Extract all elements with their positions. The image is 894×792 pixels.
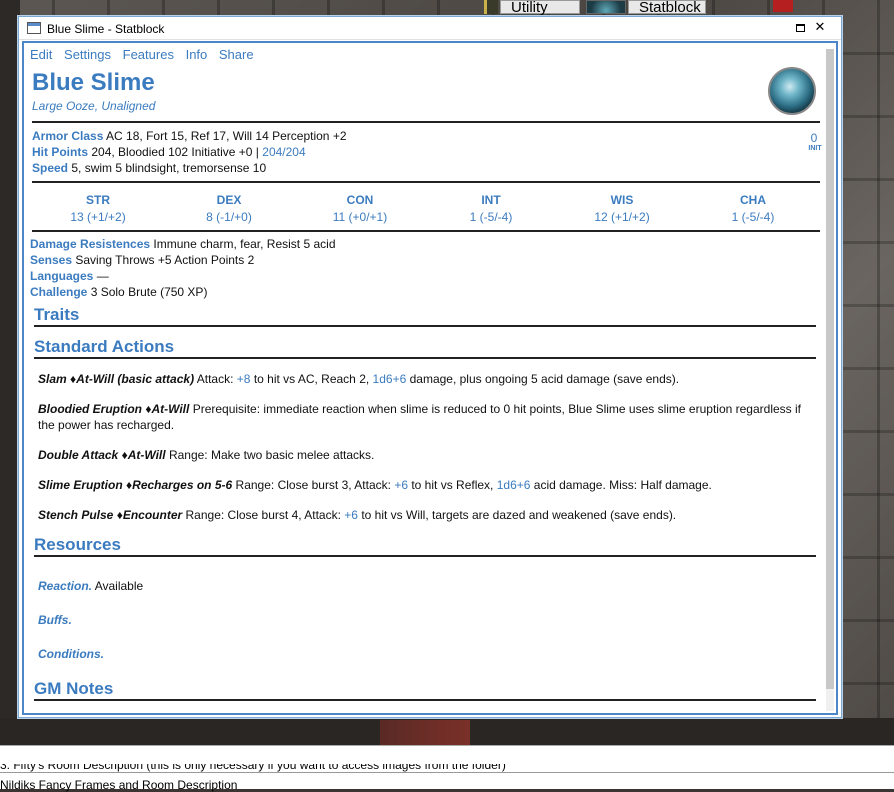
close-icon[interactable]: ✕ [813,20,827,34]
menu-bar: Edit Settings Features Info Share [30,47,262,62]
divider [32,121,820,123]
speed-value: 5, swim 5 blindsight, tremorsense 10 [71,161,267,175]
menu-edit[interactable]: Edit [30,47,52,62]
speed-line: Speed 5, swim 5 blindsight, tremorsense … [32,161,266,175]
resource-reaction[interactable]: Reaction. Available [38,579,143,593]
section-gm-notes: GM Notes [34,679,816,701]
divider [32,230,820,232]
armor-class-line: Armor Class AC 18, Fort 15, Ref 17, Will… [32,129,347,143]
initiative-value[interactable]: 0 [804,131,824,145]
ability-dex[interactable]: DEX 8 (-1/+0) [179,193,279,224]
resource-conditions[interactable]: Conditions. [38,647,104,661]
title-bar[interactable]: Blue Slime - Statblock ✕ [19,17,841,40]
divider [32,181,820,183]
bottom-line: Nildiks Fancy Frames and Room Descriptio… [0,778,238,792]
hit-points-label: Hit Points [32,145,88,159]
vertical-scrollbar[interactable] [826,49,834,711]
challenge-line: Challenge 3 Solo Brute (750 XP) [30,285,208,299]
armor-class-value: AC 18, Fort 15, Ref 17, Will 14 Percepti… [106,129,347,143]
map-carpet [380,720,470,745]
hit-points-value: 204, Bloodied 102 Initiative +0 | [91,145,259,159]
ability-wis[interactable]: WIS 12 (+1/+2) [572,193,672,224]
token-thumbnail[interactable] [586,0,626,14]
power-slam[interactable]: Slam ♦At-Will (basic attack) Attack: +8 … [38,371,808,387]
armor-class-label: Armor Class [32,129,104,143]
section-standard-actions: Standard Actions [34,337,816,359]
window-title: Blue Slime - Statblock [47,22,165,36]
ability-con[interactable]: CON 11 (+0/+1) [310,193,410,224]
senses-line: Senses Saving Throws +5 Action Points 2 [30,253,255,267]
statblock-content: Edit Settings Features Info Share Blue S… [22,41,838,715]
menu-info[interactable]: Info [186,47,208,62]
speed-label: Speed [32,161,69,175]
menu-features[interactable]: Features [123,47,174,62]
ability-str[interactable]: STR 13 (+1/+2) [48,193,148,224]
bottom-panel: 3. Fifty's Room Description (this is onl… [0,745,894,792]
divider [0,772,894,773]
power-bloodied-eruption[interactable]: Bloodied Eruption ♦At-Will Prerequisite:… [38,401,808,433]
section-resources: Resources [34,535,816,557]
creature-name: Blue Slime [32,69,155,96]
creature-avatar[interactable] [768,67,816,115]
red-indicator [773,0,793,12]
ability-cha[interactable]: CHA 1 (-5/-4) [703,193,803,224]
resource-buffs[interactable]: Buffs. [38,613,72,627]
power-double-attack[interactable]: Double Attack ♦At-Will Range: Make two b… [38,447,808,463]
tab-utility[interactable]: Utility [500,0,580,15]
hit-points-current[interactable]: 204/204 [262,145,305,159]
creature-type: Large Ooze, Unaligned [32,99,156,113]
section-traits: Traits [34,305,816,327]
menu-settings[interactable]: Settings [64,47,111,62]
map-edge [0,0,20,745]
hit-points-line: Hit Points 204, Bloodied 102 Initiative … [32,145,306,159]
power-slime-eruption[interactable]: Slime Eruption ♦Recharges on 5-6 Range: … [38,477,808,493]
toolbar-marker [484,0,498,14]
tab-statblock[interactable]: Statblock [628,0,706,15]
window-icon [27,22,41,34]
scrollbar-thumb[interactable] [826,49,834,689]
damage-resistances-line: Damage Resistences Immune charm, fear, R… [30,237,336,251]
ability-int[interactable]: INT 1 (-5/-4) [441,193,541,224]
menu-share[interactable]: Share [219,47,254,62]
languages-line: Languages — [30,269,109,283]
power-stench-pulse[interactable]: Stench Pulse ♦Encounter Range: Close bur… [38,507,808,523]
bottom-line-clipped: 3. Fifty's Room Description (this is onl… [0,764,506,772]
maximize-icon[interactable] [793,20,807,34]
statblock-window: Blue Slime - Statblock ✕ Edit Settings F… [18,16,842,718]
